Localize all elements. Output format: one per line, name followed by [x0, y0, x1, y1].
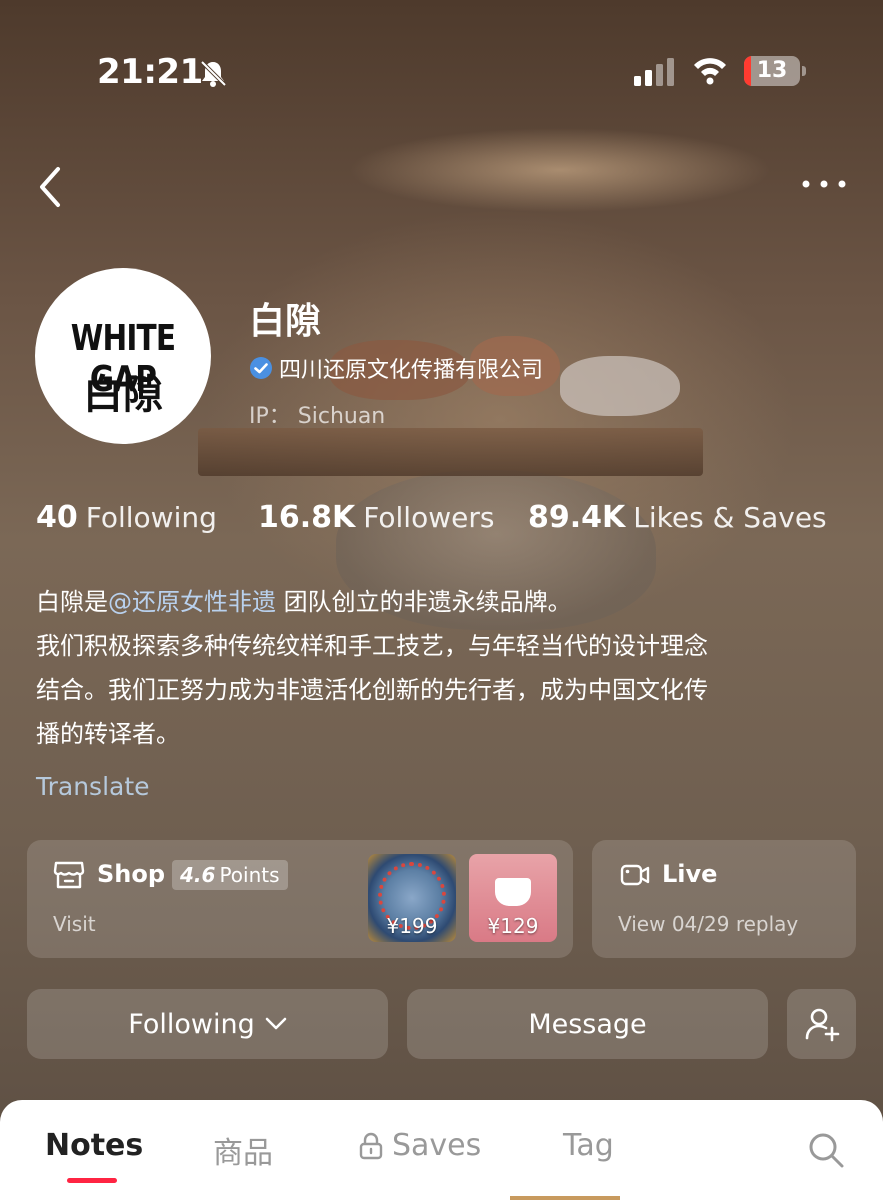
points-label: Points	[219, 863, 280, 887]
active-tab-indicator	[67, 1178, 117, 1183]
add-friend-button[interactable]	[787, 989, 856, 1059]
stat-likes-saves[interactable]: 89.4K Likes & Saves	[528, 500, 827, 535]
back-button[interactable]	[36, 165, 66, 209]
video-camera-icon	[620, 864, 650, 886]
stat-label: Followers	[363, 501, 495, 534]
profile-name: 白隙	[249, 301, 322, 342]
wifi-icon	[694, 58, 726, 85]
ip-label: IP：	[249, 404, 291, 429]
battery-icon: 13	[744, 56, 800, 86]
feed-peek-thumbnail	[510, 1196, 620, 1200]
store-icon	[53, 861, 85, 889]
verified-company[interactable]: 四川还原文化传播有限公司	[249, 352, 543, 384]
shop-card[interactable]: Shop 4.6 Points Visit ¥199 ¥129	[27, 840, 573, 958]
live-card[interactable]: Live View 04/29 replay	[592, 840, 856, 958]
add-user-icon	[805, 1008, 839, 1042]
stat-value: 16.8K	[258, 500, 356, 535]
following-button[interactable]: Following	[27, 989, 388, 1059]
live-title: Live	[662, 860, 718, 888]
message-button-label: Message	[528, 1008, 647, 1040]
bio-line: 播的转译者。	[36, 720, 180, 748]
content-tab-bar: Notes 商品 Saves Tag	[0, 1100, 883, 1200]
profile-stats: 40 Following 16.8K Followers 89.4K Likes & …	[36, 500, 856, 540]
status-time: 21:21	[97, 52, 203, 92]
ip-value: Sichuan	[297, 404, 386, 429]
bio-text: 白隙是	[36, 588, 108, 616]
avatar[interactable]: WHITE GAP 白隙	[35, 268, 211, 444]
battery-level: 13	[756, 58, 788, 83]
stat-following[interactable]: 40 Following	[36, 500, 217, 535]
verified-check-icon	[250, 357, 272, 379]
stat-followers[interactable]: 16.8K Followers	[258, 500, 494, 535]
status-bar: 21:21 13	[0, 0, 883, 140]
stat-label: Likes & Saves	[633, 501, 827, 534]
cellular-signal-icon	[634, 58, 674, 86]
message-button[interactable]: Message	[407, 989, 768, 1059]
product-price: ¥199	[386, 914, 438, 938]
tab-notes[interactable]: Notes	[45, 1128, 143, 1163]
shop-points-badge: 4.6 Points	[172, 860, 288, 890]
lock-icon	[359, 1132, 383, 1159]
stat-label: Following	[85, 501, 217, 534]
bio-text: 团队创立的非遗永续品牌。	[276, 588, 572, 616]
background-plank	[198, 428, 703, 476]
more-options-button[interactable]	[800, 172, 848, 196]
bio-line: 结合。我们正努力成为非遗活化创新的先行者，成为中国文化传	[36, 676, 708, 704]
chevron-down-icon	[265, 1017, 287, 1030]
shop-visit-label: Visit	[53, 912, 96, 936]
background-figurine	[560, 356, 680, 416]
tab-saves[interactable]: Saves	[358, 1128, 481, 1163]
bio: 白隙是@还原女性非遗 团队创立的非遗永续品牌。 我们积极探索多种传统纹样和手工技…	[36, 580, 836, 756]
avatar-logo-line2: 白隙	[83, 372, 163, 418]
product-thumbnail[interactable]: ¥129	[469, 854, 557, 942]
stat-value: 89.4K	[528, 500, 626, 535]
tab-tag[interactable]: Tag	[563, 1128, 614, 1163]
search-icon[interactable]	[807, 1131, 845, 1169]
bio-line: 我们积极探索多种传统纹样和手工技艺，与年轻当代的设计理念	[36, 632, 708, 660]
bio-line: 白隙是@还原女性非遗 团队创立的非遗永续品牌。	[36, 580, 836, 624]
mention-link[interactable]: @还原女性非遗	[108, 588, 276, 616]
tab-products[interactable]: 商品	[213, 1128, 273, 1172]
company-name: 四川还原文化传播有限公司	[279, 358, 544, 383]
product-thumbnail[interactable]: ¥199	[368, 854, 456, 942]
ip-location: IP： Sichuan	[249, 398, 385, 430]
product-image	[495, 878, 531, 906]
product-price: ¥129	[487, 914, 539, 938]
battery-cap	[802, 66, 806, 76]
shop-title: Shop	[97, 860, 166, 888]
translate-link[interactable]: Translate	[36, 772, 150, 801]
live-replay-label: View 04/29 replay	[618, 912, 799, 936]
tab-saves-label: Saves	[392, 1128, 482, 1163]
points-value: 4.6	[180, 863, 216, 887]
following-button-label: Following	[128, 1008, 255, 1040]
stat-value: 40	[36, 500, 78, 535]
bell-slash-icon	[200, 60, 227, 87]
